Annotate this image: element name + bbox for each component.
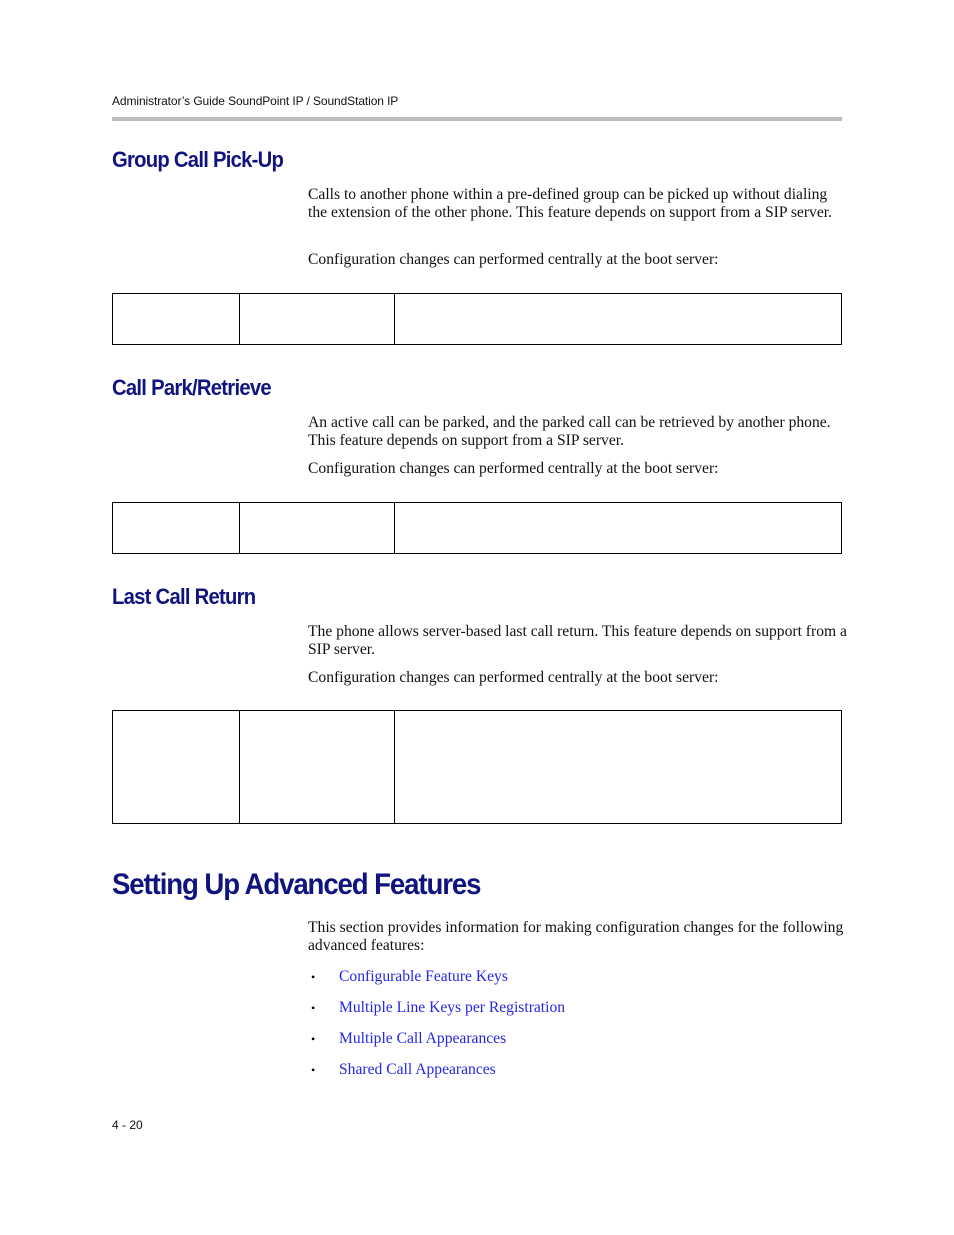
list-item: • Multiple Line Keys per Registration [308,997,565,1028]
config-table-last-call-return [112,710,842,824]
table-cell [112,502,240,554]
section-paragraph: An active call can be parked, and the pa… [308,414,831,449]
section-heading-call-park-retrieve: Call Park/Retrieve [112,375,272,400]
table-row [112,710,842,824]
section-heading-last-call-return: Last Call Return [112,584,256,609]
config-table-call-park-retrieve [112,502,842,554]
table-row [112,502,842,554]
header-rule [112,117,842,121]
advanced-features-list: • Configurable Feature Keys • Multiple L… [308,966,565,1090]
link-multiple-call-appearances[interactable]: Multiple Call Appearances [339,1028,506,1059]
section-paragraph: Calls to another phone within a pre-defi… [308,186,832,221]
chapter-heading-advanced-features: Setting Up Advanced Features [112,868,481,901]
table-cell [239,710,395,824]
table-cell [394,293,842,345]
list-item: • Shared Call Appearances [308,1059,565,1090]
link-shared-call-appearances[interactable]: Shared Call Appearances [339,1059,496,1090]
table-row [112,293,842,345]
bullet-icon: • [311,970,316,984]
list-item: • Multiple Call Appearances [308,1028,565,1059]
bullet-icon: • [311,1063,316,1077]
section-paragraph: The phone allows server-based last call … [308,623,847,658]
table-cell [239,293,395,345]
table-cell [112,293,240,345]
section-paragraph: Configuration changes can performed cent… [308,251,719,268]
bullet-icon: • [311,1032,316,1046]
table-cell [394,502,842,554]
table-cell [239,502,395,554]
link-configurable-feature-keys[interactable]: Configurable Feature Keys [339,966,508,997]
config-table-group-call-pickup [112,293,842,345]
page-number: 4 - 20 [112,1118,143,1132]
bullet-icon: • [311,1001,316,1015]
advanced-intro-paragraph: This section provides information for ma… [308,919,844,954]
link-multiple-line-keys[interactable]: Multiple Line Keys per Registration [339,997,565,1028]
table-cell [112,710,240,824]
table-cell [394,710,842,824]
running-header: Administrator’s Guide SoundPoint IP / So… [112,94,399,108]
section-paragraph: Configuration changes can performed cent… [308,460,719,477]
list-item: • Configurable Feature Keys [308,966,565,997]
section-paragraph: Configuration changes can performed cent… [308,669,719,686]
section-heading-group-call-pickup: Group Call Pick-Up [112,147,284,172]
